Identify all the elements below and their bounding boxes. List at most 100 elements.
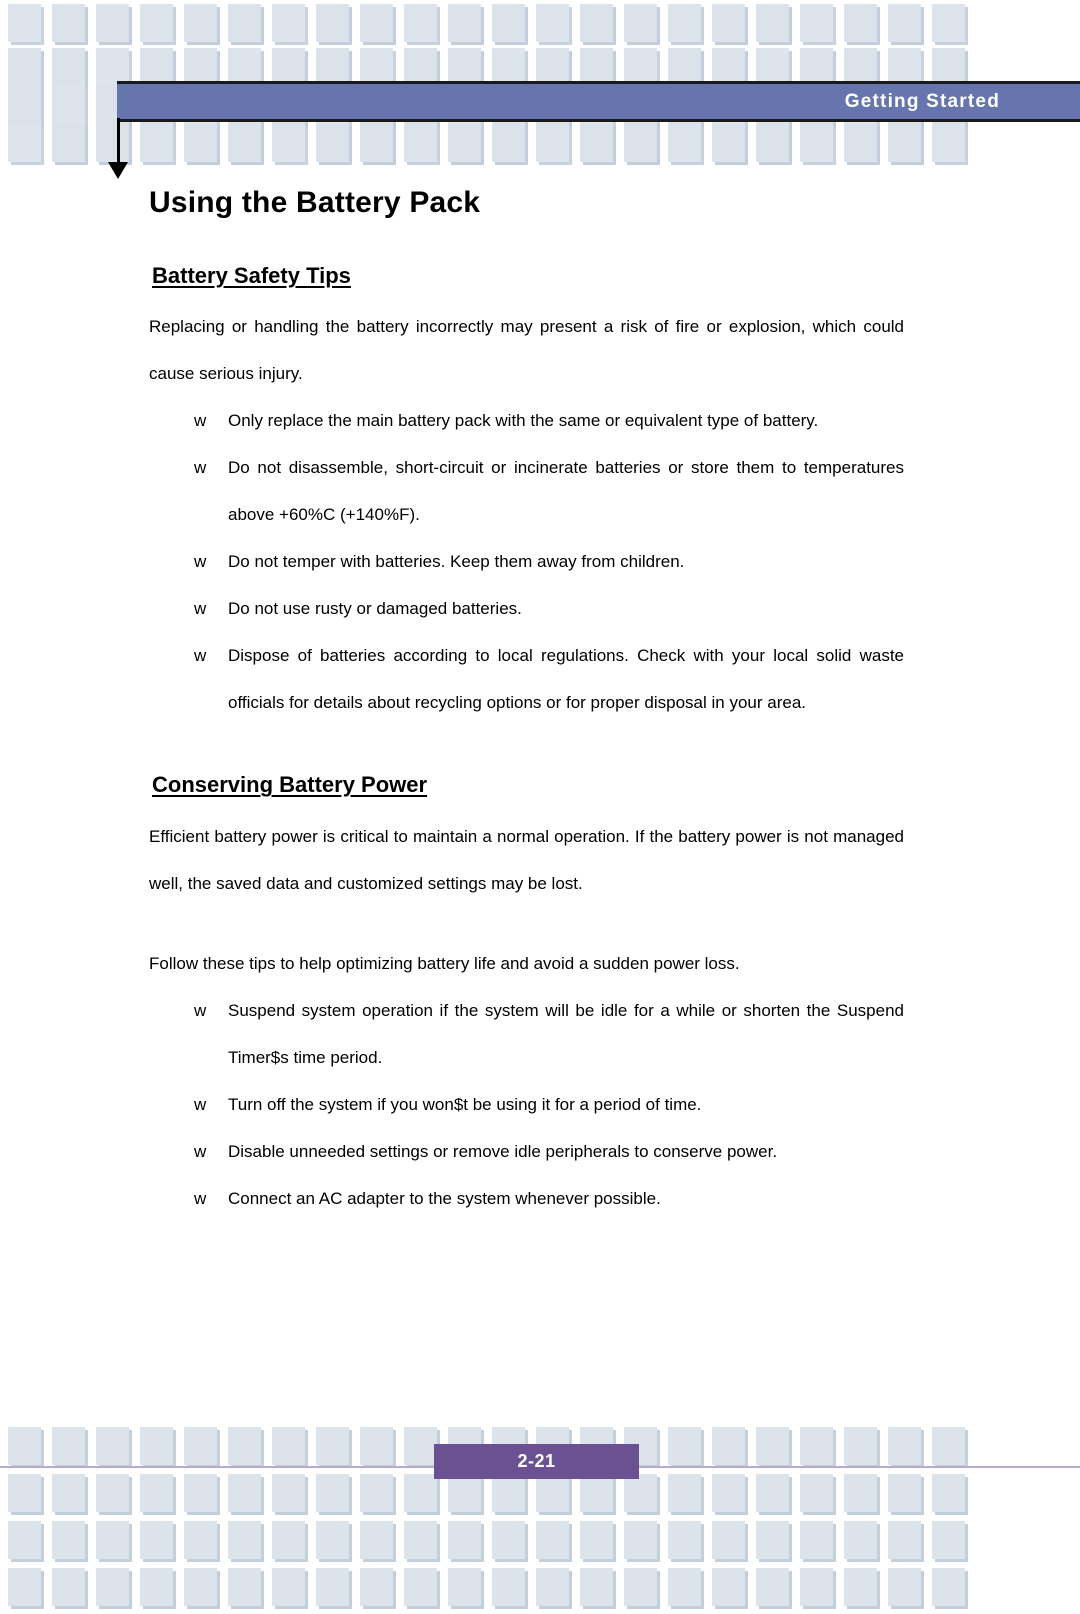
pattern-square <box>624 1474 657 1512</box>
pattern-square <box>888 1427 921 1465</box>
pattern-square <box>448 1568 481 1606</box>
bullet-marker: w <box>194 1188 207 1208</box>
pattern-square <box>800 1427 833 1465</box>
bullet-marker: w <box>194 1141 207 1161</box>
pattern-square <box>96 1474 129 1512</box>
pattern-square <box>8 4 41 42</box>
pattern-square <box>800 1474 833 1512</box>
pattern-square <box>932 1427 965 1465</box>
section-heading: Conserving Battery Power <box>152 772 428 798</box>
pattern-square <box>96 1521 129 1559</box>
pattern-square <box>932 1474 965 1512</box>
list-item: w Do not use rusty or damaged batteries. <box>149 585 904 632</box>
pattern-square <box>140 1521 173 1559</box>
pattern-square <box>756 4 789 42</box>
bullet-marker: w <box>194 411 207 431</box>
section-intro-paragraph: Replacing or handling the battery incorr… <box>149 317 904 384</box>
pattern-square <box>228 4 261 42</box>
pattern-square <box>492 1521 525 1559</box>
pattern-square <box>932 1568 965 1606</box>
pattern-square <box>712 1474 745 1512</box>
pattern-square <box>888 1474 921 1512</box>
pattern-square <box>492 1568 525 1606</box>
page-number-badge: 2-21 <box>434 1444 639 1479</box>
list-item-text: Connect an AC adapter to the system when… <box>228 1188 661 1208</box>
pattern-square <box>316 1568 349 1606</box>
section-heading: Battery Safety Tips <box>152 263 351 288</box>
bullet-marker: w <box>194 1094 207 1114</box>
header-banner-label: Getting Started <box>844 90 1000 112</box>
pattern-square <box>140 124 173 162</box>
pattern-square <box>360 1474 393 1512</box>
list-item: w Disable unneeded settings or remove id… <box>149 1128 904 1175</box>
list-item-text: Do not temper with batteries. Keep them … <box>228 552 685 572</box>
pattern-square <box>888 1521 921 1559</box>
pattern-square <box>756 1427 789 1465</box>
pattern-square <box>624 1521 657 1559</box>
document-content: Using the Battery Pack Battery Safety Ti… <box>149 186 904 1228</box>
pattern-square <box>668 1568 701 1606</box>
pattern-square <box>96 4 129 42</box>
pattern-square <box>492 4 525 42</box>
pattern-square <box>800 1568 833 1606</box>
pattern-row <box>0 1521 1080 1559</box>
pattern-square <box>668 4 701 42</box>
bullet-marker: w <box>194 646 207 666</box>
list-item-text: Disable unneeded settings or remove idle… <box>228 1141 778 1161</box>
pattern-square <box>8 1427 41 1465</box>
pattern-square <box>536 124 569 162</box>
list-item-text: Turn off the system if you won$t be usin… <box>228 1094 702 1114</box>
pattern-square <box>360 4 393 42</box>
pattern-square <box>316 4 349 42</box>
pattern-square <box>272 1521 305 1559</box>
pattern-square <box>888 4 921 42</box>
pattern-square <box>404 1474 437 1512</box>
pattern-square <box>844 1521 877 1559</box>
pattern-square <box>316 124 349 162</box>
pattern-square <box>8 1521 41 1559</box>
pattern-square <box>140 1474 173 1512</box>
bullet-list: w Suspend system operation if the system… <box>149 987 904 1222</box>
pattern-square <box>272 1568 305 1606</box>
pattern-square <box>404 124 437 162</box>
pattern-square <box>360 1568 393 1606</box>
pattern-row <box>0 4 1080 42</box>
pattern-square <box>580 1474 613 1512</box>
pattern-square <box>404 1427 437 1465</box>
pattern-row <box>0 1474 1080 1512</box>
pattern-square <box>52 1474 85 1512</box>
pattern-square <box>492 124 525 162</box>
pattern-square <box>580 4 613 42</box>
section-intro-paragraph: Efficient battery power is critical to m… <box>149 826 904 893</box>
pattern-square <box>140 4 173 42</box>
pattern-square <box>448 124 481 162</box>
pattern-square <box>316 1521 349 1559</box>
pattern-row <box>0 124 1080 162</box>
pattern-row <box>0 1568 1080 1606</box>
list-item: w Turn off the system if you won$t be us… <box>149 1081 904 1128</box>
page-title: Using the Battery Pack <box>149 186 481 219</box>
pattern-square <box>8 1568 41 1606</box>
pattern-square <box>8 48 41 86</box>
section-intro-paragraph-2: Follow these tips to help optimizing bat… <box>149 953 740 973</box>
bullet-marker: w <box>194 1000 207 1020</box>
pattern-square <box>184 1474 217 1512</box>
pointer-line <box>117 118 120 168</box>
pattern-square <box>932 124 965 162</box>
pattern-square <box>448 4 481 42</box>
pattern-square <box>404 4 437 42</box>
section-battery-safety-tips: Battery Safety Tips Replacing or handlin… <box>149 263 904 726</box>
pattern-square <box>184 4 217 42</box>
pattern-square <box>536 1568 569 1606</box>
pattern-square <box>52 86 85 124</box>
pattern-square <box>52 124 85 162</box>
pattern-square <box>404 1521 437 1559</box>
pattern-square <box>844 124 877 162</box>
list-item-text: Do not use rusty or damaged batteries. <box>228 599 522 619</box>
list-item: w Do not temper with batteries. Keep the… <box>149 538 904 585</box>
pattern-square <box>316 1474 349 1512</box>
pattern-square <box>360 124 393 162</box>
pattern-square <box>888 124 921 162</box>
pattern-square <box>140 1568 173 1606</box>
